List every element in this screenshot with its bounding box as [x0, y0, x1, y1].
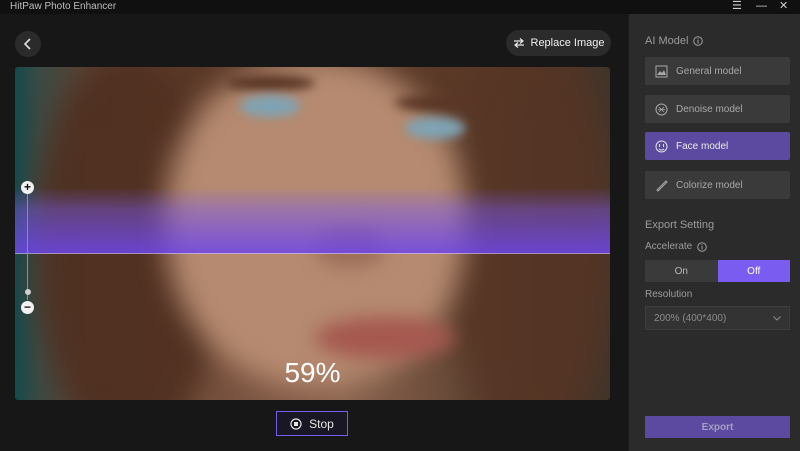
info-icon[interactable] [693, 36, 704, 46]
settings-sidebar: AI Model General model Denoise model Fac… [628, 14, 800, 451]
preview-area: Replace Image 59% + − Stop [0, 14, 628, 451]
brush-icon [656, 179, 668, 192]
accelerate-label: Accelerate [645, 241, 708, 252]
progress-percent: 59% [284, 357, 341, 388]
replace-image-label: Replace Image [530, 37, 605, 49]
stop-label: Stop [309, 416, 334, 431]
photo-preview: 59% [15, 67, 610, 400]
ai-model-heading: AI Model [645, 35, 704, 47]
scan-line [15, 253, 610, 254]
resolution-value: 200% (400*400) [654, 312, 727, 324]
title-bar: HitPaw Photo Enhancer ☰ — ✕ [0, 0, 800, 14]
app-title: HitPaw Photo Enhancer [10, 1, 117, 12]
model-face-button[interactable]: Face model [645, 132, 790, 160]
zoom-slider-handle[interactable] [25, 289, 31, 295]
accelerate-off-option[interactable]: Off [717, 260, 790, 282]
accelerate-on-option[interactable]: On [645, 260, 718, 282]
accelerate-toggle[interactable]: On Off [645, 260, 790, 282]
face-icon [655, 140, 668, 152]
zoom-out-button[interactable]: − [21, 301, 34, 314]
model-general-button[interactable]: General model [645, 57, 790, 85]
denoise-icon [655, 103, 668, 115]
model-denoise-button[interactable]: Denoise model [645, 95, 790, 123]
resolution-label: Resolution [645, 289, 693, 300]
info-icon[interactable] [697, 241, 708, 252]
export-button[interactable]: Export [645, 416, 790, 438]
image-icon [655, 65, 668, 77]
zoom-in-button[interactable]: + [21, 181, 34, 194]
zoom-slider-track[interactable] [27, 190, 28, 300]
menu-icon[interactable]: ☰ [732, 0, 742, 13]
model-colorize-button[interactable]: Colorize model [645, 171, 790, 199]
resolution-select[interactable]: 200% (400*400) [645, 306, 790, 330]
close-icon[interactable]: ✕ [779, 0, 788, 13]
back-button[interactable] [15, 31, 41, 57]
chevron-down-icon [773, 315, 781, 321]
export-setting-heading: Export Setting [645, 219, 715, 231]
minimize-icon[interactable]: — [756, 0, 767, 13]
scan-overlay [15, 187, 610, 253]
replace-image-button[interactable]: Replace Image [506, 30, 611, 56]
swap-arrows-icon [513, 38, 524, 48]
stop-button[interactable]: Stop [276, 411, 348, 436]
stop-icon [290, 417, 302, 430]
chevron-left-icon [23, 38, 31, 50]
